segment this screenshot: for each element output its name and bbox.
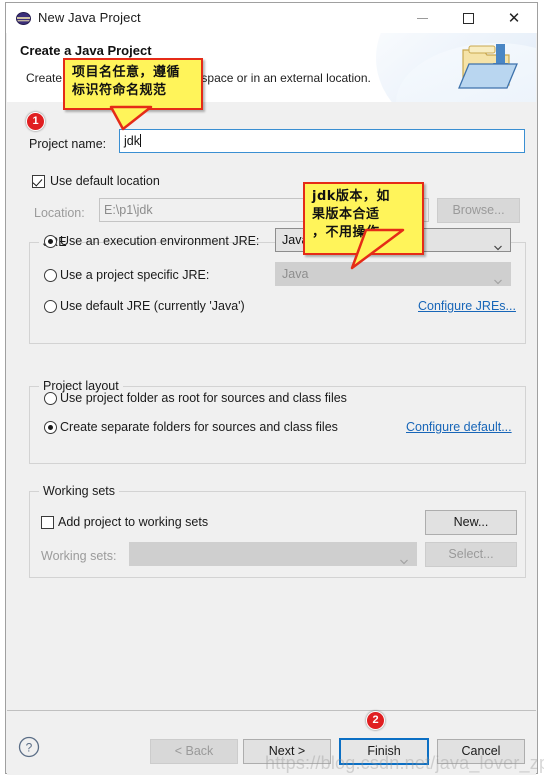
radio-default-jre[interactable] [44, 300, 57, 313]
project-name-label: Project name: [29, 137, 107, 151]
window-title: New Java Project [38, 10, 141, 25]
minimize-button[interactable] [399, 3, 445, 33]
radio-separate-folders[interactable] [44, 421, 57, 434]
working-sets-group-title: Working sets [39, 484, 120, 498]
callout-one-tail [63, 105, 163, 138]
chevron-down-icon-working-sets [400, 551, 408, 565]
working-sets-combobox [129, 542, 417, 566]
maximize-button[interactable] [445, 3, 491, 33]
radio-project-specific-jre[interactable] [44, 269, 57, 282]
step-badge-1: 1 [26, 112, 45, 131]
question-mark-icon[interactable]: ? [18, 736, 40, 758]
callout-two-tail [308, 228, 418, 276]
radio-default-jre-label: Use default JRE (currently 'Java') [60, 299, 245, 313]
folder-with-arrow-icon [455, 38, 527, 98]
title-bar: New Java Project ✕ [6, 3, 537, 33]
project-name-input[interactable]: jdk [119, 129, 525, 153]
step-badge-2: 2 [366, 711, 385, 730]
add-project-to-working-sets-checkbox[interactable] [41, 516, 54, 529]
callout-project-name: 项目名任意，遵循 标识符命名规范 [63, 58, 203, 110]
maximize-icon [462, 12, 474, 24]
radio-project-folder-root-label: Use project folder as root for sources a… [60, 391, 347, 405]
back-button: < Back [150, 739, 238, 764]
add-project-to-working-sets-label: Add project to working sets [58, 515, 209, 529]
use-default-location-checkbox[interactable] [32, 175, 45, 188]
new-working-set-button[interactable]: New... [425, 510, 517, 535]
radio-execution-environment-jre-label: Use an execution environment JRE: [60, 234, 260, 248]
chevron-down-icon-disabled [494, 271, 502, 285]
use-default-location-label: Use default location [50, 174, 160, 188]
project-specific-jre-value: Java [282, 267, 309, 281]
eclipse-sphere-icon [16, 11, 31, 26]
radio-project-folder-root[interactable] [44, 392, 57, 405]
callout-project-name-text: 项目名任意，遵循 标识符命名规范 [72, 65, 181, 98]
close-icon: ✕ [507, 8, 521, 27]
radio-execution-environment-jre[interactable] [44, 235, 57, 248]
dialog-body: Project name: jdk Use default location L… [7, 102, 536, 710]
svg-text:?: ? [26, 741, 33, 755]
watermark: https://blog.csdn.net/java_lover_zpark [265, 753, 544, 773]
radio-project-specific-jre-label: Use a project specific JRE: [60, 268, 210, 282]
configure-default-link[interactable]: Configure default... [406, 420, 512, 434]
page-title: Create a Java Project [20, 43, 152, 58]
radio-separate-folders-label: Create separate folders for sources and … [60, 420, 338, 434]
close-button[interactable]: ✕ [491, 3, 537, 33]
jre-group: JRE [29, 235, 526, 344]
chevron-down-icon [494, 237, 502, 251]
working-sets-label: Working sets: [41, 549, 117, 563]
select-working-set-button: Select... [425, 542, 517, 567]
minimize-icon [416, 17, 428, 19]
configure-jres-link[interactable]: Configure JREs... [418, 299, 516, 313]
location-value: E:\p1\jdk [104, 203, 153, 217]
location-label: Location: [34, 206, 85, 220]
browse-button: Browse... [437, 198, 520, 223]
